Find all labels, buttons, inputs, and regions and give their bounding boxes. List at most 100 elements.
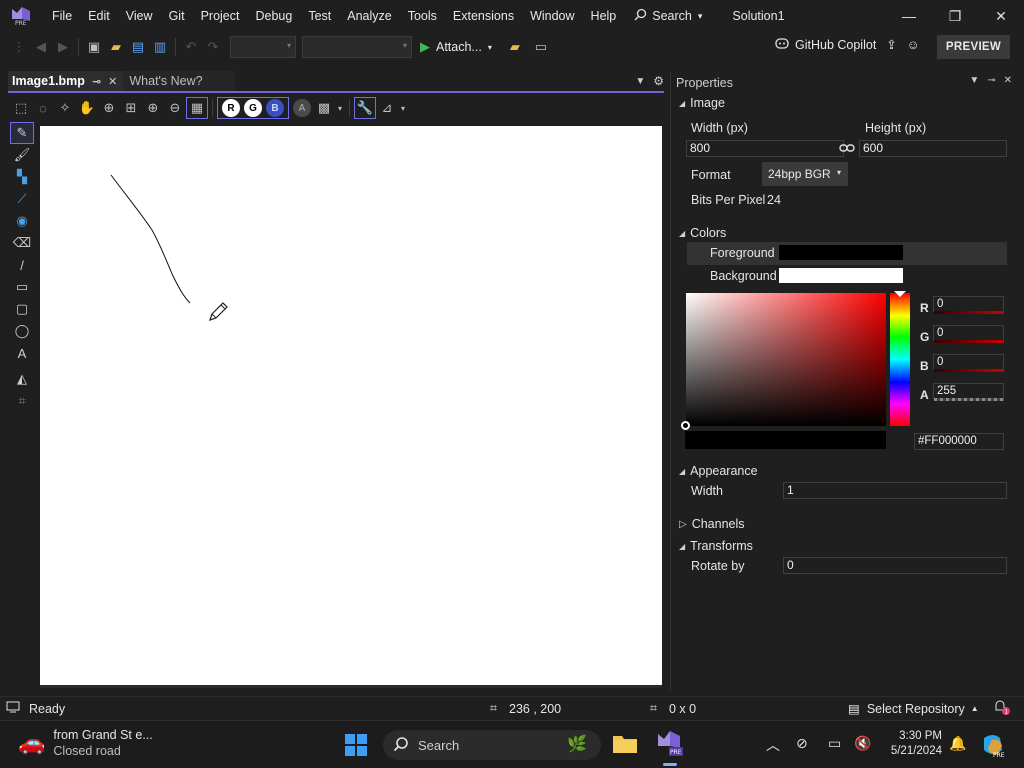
green-slider[interactable] bbox=[934, 340, 1004, 343]
green-channel-button[interactable]: G bbox=[244, 99, 262, 117]
rectangle-select-icon[interactable]: ⬚ bbox=[10, 97, 32, 119]
properties-wrench-icon[interactable]: 🔧 bbox=[354, 97, 376, 119]
line-tool-icon[interactable]: / bbox=[10, 254, 34, 276]
picker-handle[interactable] bbox=[681, 421, 690, 430]
magic-wand-icon[interactable]: ✧ bbox=[54, 97, 76, 119]
menu-git[interactable]: Git bbox=[161, 0, 193, 32]
eraser-tool-icon[interactable]: ⌫ bbox=[10, 232, 34, 254]
menu-file[interactable]: File bbox=[44, 0, 80, 32]
background-swatch[interactable] bbox=[779, 268, 903, 283]
blue-slider[interactable] bbox=[934, 369, 1004, 372]
alpha-input[interactable]: 255 bbox=[933, 383, 1004, 399]
menu-view[interactable]: View bbox=[118, 0, 161, 32]
display-icon[interactable]: ▭ bbox=[828, 735, 841, 752]
menu-help[interactable]: Help bbox=[583, 0, 625, 32]
menu-window[interactable]: Window bbox=[522, 0, 582, 32]
brush-tool-icon[interactable]: 🖌 bbox=[10, 144, 34, 166]
zoom-in-icon[interactable]: ⊕ bbox=[142, 97, 164, 119]
pixel-grid-icon[interactable]: ▦ bbox=[186, 97, 208, 119]
image-canvas[interactable] bbox=[40, 126, 662, 688]
windows-start-icon[interactable] bbox=[344, 733, 368, 760]
red-input[interactable]: 0 bbox=[933, 296, 1004, 312]
background-checker-icon[interactable]: ▩ bbox=[313, 97, 335, 119]
gear-icon[interactable]: ⚙ bbox=[653, 74, 664, 88]
link-dimensions-icon[interactable] bbox=[839, 142, 855, 156]
attach-button[interactable]: ▶ Attach... ▾ bbox=[420, 39, 492, 55]
text-tool-icon[interactable]: A bbox=[10, 342, 34, 364]
height-input[interactable]: 600 bbox=[859, 140, 1007, 157]
platform-dropdown[interactable]: ▾ bbox=[302, 36, 412, 58]
colors-section-header[interactable]: ◢ Colors bbox=[679, 226, 726, 240]
tab-whats-new[interactable]: What's New? bbox=[123, 71, 236, 91]
airbrush-tool-icon[interactable]: ▚ bbox=[10, 166, 34, 188]
hue-slider-thumb[interactable] bbox=[894, 291, 906, 297]
show-hidden-icons-chevron-icon[interactable]: ︿ bbox=[766, 735, 780, 755]
minimize-button[interactable]: — bbox=[886, 0, 932, 32]
format-dropdown[interactable]: 24bpp BGR ▾ bbox=[762, 162, 848, 186]
close-window-button[interactable]: ✕ bbox=[978, 0, 1024, 32]
menu-edit[interactable]: Edit bbox=[80, 0, 118, 32]
new-project-icon[interactable]: ▣ bbox=[83, 36, 105, 58]
tab-list-dropdown-icon[interactable]: ▼ bbox=[635, 76, 645, 87]
github-copilot-button[interactable]: GitHub Copilot ⇪ ☺ bbox=[774, 36, 920, 53]
red-slider[interactable] bbox=[934, 311, 1004, 314]
foreground-swatch[interactable] bbox=[779, 245, 903, 260]
rectangle-tool-icon[interactable]: ▭ bbox=[10, 276, 34, 298]
rotate-input[interactable]: 0 bbox=[783, 557, 1007, 574]
pin-icon[interactable]: ⊸ bbox=[92, 75, 101, 88]
crop-tool-icon[interactable]: ⌗ bbox=[10, 390, 34, 412]
notifications-bell-icon[interactable]: 1 bbox=[992, 699, 1010, 718]
network-offline-icon[interactable]: ⊘ bbox=[796, 735, 808, 752]
configuration-dropdown[interactable]: ▾ bbox=[230, 36, 296, 58]
dropdown-icon[interactable]: ▼ bbox=[969, 75, 979, 86]
rotate-tool-icon[interactable]: ◭ bbox=[10, 368, 34, 390]
open-folder-icon[interactable]: ▰ bbox=[105, 36, 127, 58]
actual-size-icon[interactable]: ⊞ bbox=[120, 97, 142, 119]
share-icon[interactable]: ⇪ bbox=[886, 37, 896, 52]
image-section-header[interactable]: ◢ Image bbox=[679, 96, 725, 110]
lasso-select-icon[interactable]: ◌ bbox=[32, 97, 54, 119]
open-folder-icon[interactable]: ▰ bbox=[504, 36, 526, 58]
hex-color-input[interactable]: #FF000000 bbox=[914, 433, 1004, 450]
more-tools-icon[interactable]: ⊿ bbox=[376, 97, 398, 119]
close-tab-icon[interactable]: ✕ bbox=[108, 75, 117, 88]
fill-bucket-tool-icon[interactable]: ◉ bbox=[10, 210, 34, 232]
transforms-section-header[interactable]: ◢ Transforms bbox=[679, 539, 753, 553]
red-channel-button[interactable]: R bbox=[222, 99, 240, 117]
navigate-back-icon[interactable]: ◀ bbox=[30, 36, 52, 58]
appearance-section-header[interactable]: ◢ Appearance bbox=[679, 464, 758, 478]
blue-channel-button[interactable]: B bbox=[266, 99, 284, 117]
alpha-slider[interactable] bbox=[934, 398, 1004, 401]
select-repository-button[interactable]: ▤ Select Repository ▲ bbox=[848, 701, 979, 717]
save-icon[interactable]: ▤ bbox=[127, 36, 149, 58]
menu-project[interactable]: Project bbox=[193, 0, 248, 32]
chevron-down-icon[interactable]: ▾ bbox=[398, 97, 408, 119]
green-input[interactable]: 0 bbox=[933, 325, 1004, 341]
menu-debug[interactable]: Debug bbox=[247, 0, 300, 32]
pin-icon[interactable]: ⊸ bbox=[987, 75, 995, 86]
file-explorer-icon[interactable] bbox=[612, 731, 638, 758]
alpha-channel-button[interactable]: A bbox=[293, 99, 311, 117]
navigate-forward-icon[interactable]: ▶ bbox=[52, 36, 74, 58]
zoom-out-icon[interactable]: ⊖ bbox=[164, 97, 186, 119]
visual-studio-taskbar-icon[interactable]: PRE bbox=[656, 729, 684, 766]
search-menu[interactable]: Search ▾ bbox=[634, 0, 702, 32]
close-icon[interactable]: ✕ bbox=[1004, 75, 1012, 86]
copilot-taskbar-icon[interactable]: PRE bbox=[980, 732, 1006, 761]
pan-hand-icon[interactable]: ✋ bbox=[76, 97, 98, 119]
zoom-icon[interactable]: ⊕ bbox=[98, 97, 120, 119]
tab-image1-bmp[interactable]: Image1.bmp ⊸ ✕ bbox=[8, 71, 124, 91]
system-clock[interactable]: 3:30 PM 5/21/2024 bbox=[886, 729, 942, 759]
eyedropper-tool-icon[interactable]: ⟋ bbox=[10, 188, 34, 210]
undo-icon[interactable]: ↶ bbox=[180, 36, 202, 58]
ellipse-tool-icon[interactable]: ◯ bbox=[10, 320, 34, 342]
width-input[interactable]: 800 bbox=[686, 140, 844, 157]
layout-icon[interactable]: ▭ bbox=[530, 36, 552, 58]
menu-analyze[interactable]: Analyze bbox=[339, 0, 399, 32]
menu-test[interactable]: Test bbox=[300, 0, 339, 32]
redo-icon[interactable]: ↷ bbox=[202, 36, 224, 58]
menu-tools[interactable]: Tools bbox=[400, 0, 445, 32]
notification-bell-icon[interactable]: 🔔 bbox=[949, 735, 966, 752]
blue-input[interactable]: 0 bbox=[933, 354, 1004, 370]
channels-section-header[interactable]: ▷ Channels bbox=[679, 517, 745, 531]
